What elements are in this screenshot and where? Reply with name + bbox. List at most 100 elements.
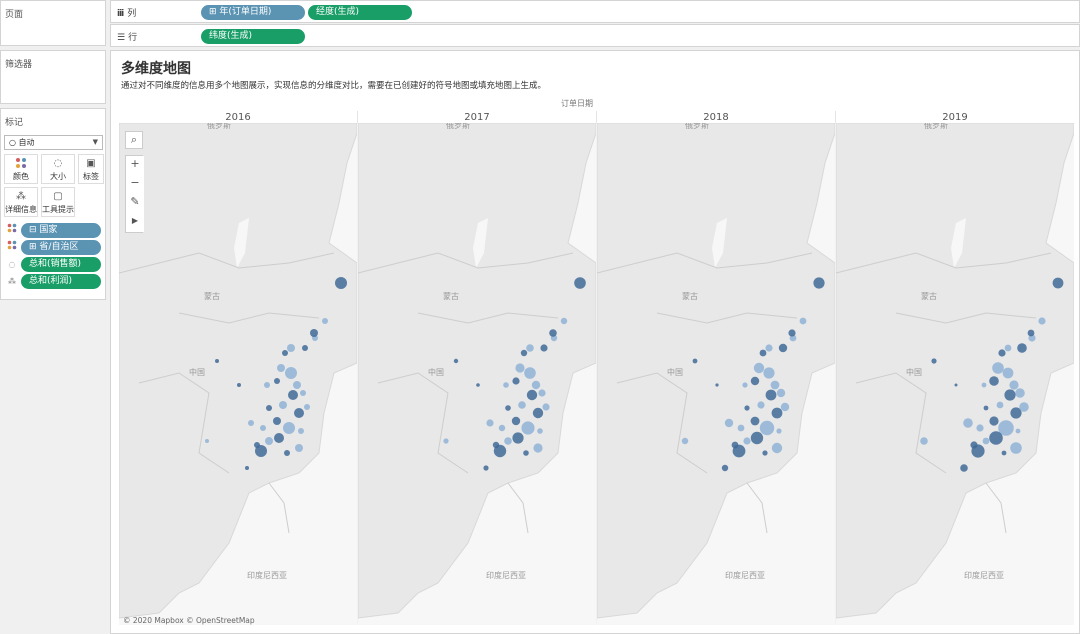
map-point[interactable]	[762, 450, 768, 456]
province-pill[interactable]: ⊞ 省/自治区	[21, 240, 101, 255]
map-point[interactable]	[531, 380, 541, 390]
map-point[interactable]	[780, 402, 790, 412]
rows-shelf[interactable]: ☰ 行 纬度(生成)	[110, 24, 1080, 47]
map-point[interactable]	[302, 345, 308, 351]
map-point[interactable]	[771, 407, 783, 419]
map-point[interactable]	[759, 349, 767, 357]
play-arrow-icon[interactable]: ▶	[126, 213, 144, 232]
map-point[interactable]	[1004, 389, 1016, 401]
map-point[interactable]	[245, 466, 249, 470]
map-point[interactable]	[284, 450, 290, 456]
map-point[interactable]	[503, 382, 509, 388]
map-point[interactable]	[1019, 402, 1029, 412]
map-point[interactable]	[518, 401, 526, 409]
map-grid[interactable]: 俄罗斯 蒙古 中国 印度尼西亚 俄罗斯 蒙古 中国 印度尼西亚 俄罗斯 蒙古 中国 印度尼西亚 俄罗斯蒙…	[119, 123, 1080, 625]
map-point[interactable]	[486, 419, 494, 427]
map-point[interactable]	[989, 416, 999, 426]
map-point[interactable]	[523, 450, 529, 456]
map-point[interactable]	[574, 277, 586, 289]
map-point[interactable]	[287, 344, 295, 352]
map-point[interactable]	[505, 405, 511, 411]
map-point[interactable]	[799, 317, 807, 325]
map-point[interactable]	[989, 376, 999, 386]
map-point[interactable]	[1015, 388, 1025, 398]
map-point[interactable]	[511, 416, 521, 426]
map-point[interactable]	[757, 401, 765, 409]
map-point[interactable]	[750, 431, 764, 445]
map-point[interactable]	[724, 418, 734, 428]
map-point[interactable]	[520, 349, 528, 357]
map-point[interactable]	[260, 425, 266, 431]
map-point[interactable]	[443, 438, 449, 444]
map-point[interactable]	[538, 389, 546, 397]
map-point[interactable]	[273, 417, 281, 425]
map-point[interactable]	[776, 428, 782, 434]
map-point[interactable]	[743, 437, 751, 445]
map-point[interactable]	[763, 367, 775, 379]
map-point[interactable]	[737, 424, 745, 432]
columns-shelf[interactable]: iii 列 ⊞ 年(订单日期) 经度(生成)	[110, 0, 1080, 23]
map-point[interactable]	[549, 329, 557, 337]
map-point[interactable]	[1002, 367, 1014, 379]
map-point[interactable]	[298, 428, 304, 434]
map-point[interactable]	[542, 403, 550, 411]
map-point[interactable]	[715, 383, 719, 387]
size-button[interactable]: ◌ 大小	[41, 154, 75, 184]
map-point[interactable]	[560, 317, 568, 325]
map-point[interactable]	[998, 349, 1006, 357]
map-point[interactable]	[512, 377, 520, 385]
map-point[interactable]	[1052, 277, 1064, 289]
map-point[interactable]	[960, 464, 968, 472]
map-point[interactable]	[537, 428, 543, 434]
map-point[interactable]	[1038, 317, 1046, 325]
map-point[interactable]	[765, 344, 773, 352]
map-point[interactable]	[285, 367, 297, 379]
map-point[interactable]	[996, 401, 1004, 409]
map-facet-2019[interactable]: 俄罗斯蒙古中国印度尼西亚	[836, 123, 1074, 625]
map-point[interactable]	[283, 422, 295, 434]
country-pill[interactable]: ⊟ 国家	[21, 223, 101, 238]
map-point[interactable]	[1027, 329, 1035, 337]
map-point[interactable]	[1010, 442, 1022, 454]
map-point[interactable]	[335, 277, 347, 289]
map-point[interactable]	[498, 424, 506, 432]
profit-pill[interactable]: 总和(利润)	[21, 274, 101, 289]
map-point[interactable]	[813, 277, 825, 289]
color-button[interactable]: 颜色	[4, 154, 38, 184]
map-point[interactable]	[237, 383, 241, 387]
map-point[interactable]	[750, 416, 760, 426]
map-point[interactable]	[453, 358, 459, 364]
map-point[interactable]	[294, 408, 304, 418]
sales-pill[interactable]: 总和(销售额)	[21, 257, 101, 272]
map-point[interactable]	[274, 433, 284, 443]
map-point[interactable]	[750, 376, 760, 386]
map-point[interactable]	[515, 363, 525, 373]
zoom-in-icon[interactable]: +	[126, 156, 144, 175]
map-point[interactable]	[493, 444, 507, 458]
map-point[interactable]	[742, 382, 748, 388]
map-point[interactable]	[215, 359, 219, 363]
map-point[interactable]	[765, 389, 777, 401]
map-point[interactable]	[770, 380, 780, 390]
map-point[interactable]	[771, 442, 783, 454]
map-facet-2016[interactable]: 俄罗斯蒙古中国印度尼西亚	[119, 123, 357, 625]
map-point[interactable]	[931, 358, 937, 364]
pin-icon[interactable]: ✎	[126, 194, 144, 213]
map-point[interactable]	[248, 420, 254, 426]
year-order-date-pill[interactable]: ⊞ 年(订单日期)	[201, 5, 305, 20]
map-point[interactable]	[920, 437, 928, 445]
map-point[interactable]	[264, 382, 270, 388]
map-point[interactable]	[981, 382, 987, 388]
map-point[interactable]	[976, 424, 984, 432]
mark-type-dropdown[interactable]: ○ 自动 ▼	[4, 135, 103, 150]
map-point[interactable]	[277, 364, 285, 372]
map-point[interactable]	[681, 437, 689, 445]
map-point[interactable]	[971, 444, 985, 458]
map-point[interactable]	[1009, 380, 1019, 390]
map-point[interactable]	[266, 405, 272, 411]
map-point[interactable]	[954, 383, 958, 387]
detail-button[interactable]: ⁂ 详细信息	[4, 187, 38, 217]
map-point[interactable]	[483, 465, 489, 471]
map-point[interactable]	[753, 362, 765, 374]
map-point[interactable]	[476, 383, 480, 387]
